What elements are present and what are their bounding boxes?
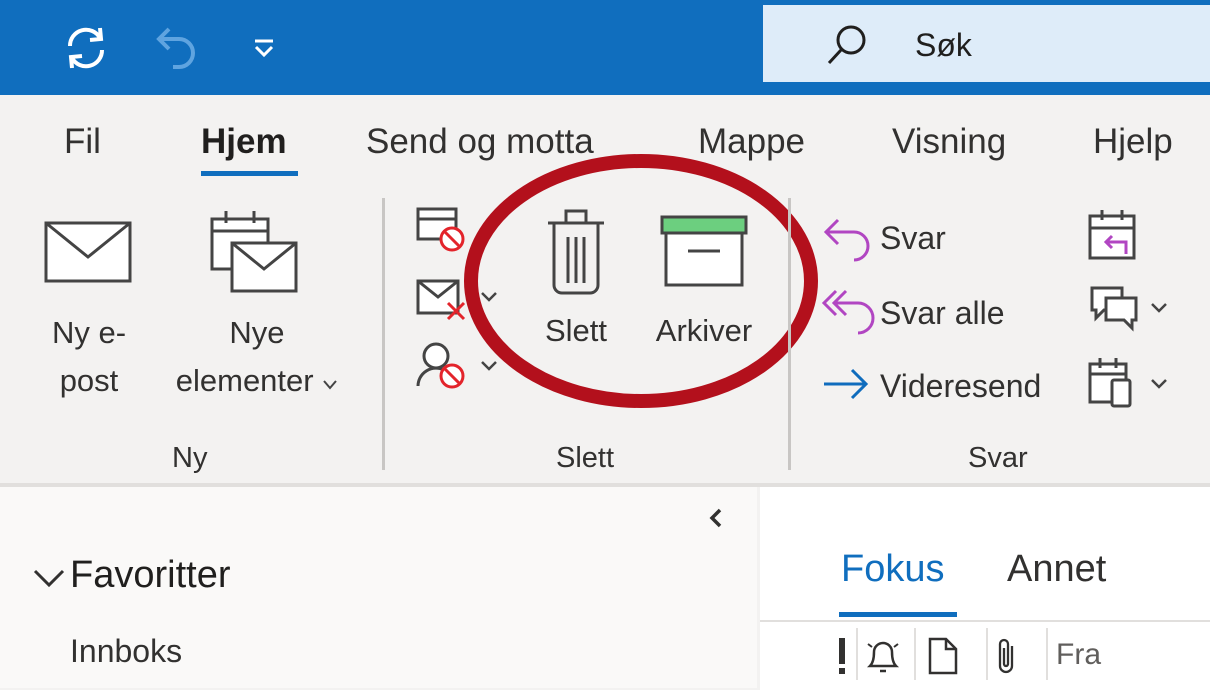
chevron-down-icon bbox=[33, 569, 65, 588]
folder-item-inbox[interactable]: Innboks bbox=[70, 633, 182, 670]
column-separator bbox=[1046, 628, 1048, 680]
search-icon bbox=[827, 25, 866, 65]
importance-column[interactable] bbox=[834, 636, 850, 676]
search-placeholder: Søk bbox=[915, 27, 972, 63]
new-email-label-line2: post bbox=[59, 363, 119, 398]
column-separator bbox=[986, 628, 988, 680]
annotation-circle bbox=[464, 154, 818, 408]
customize-qat-icon bbox=[254, 39, 274, 58]
new-items-button[interactable]: Nye elementer bbox=[152, 205, 362, 405]
column-header bbox=[760, 620, 1210, 690]
reply-all-label: Svar alle bbox=[880, 295, 1005, 331]
new-email-button[interactable]: Ny e- post bbox=[30, 205, 148, 405]
calendar-phone-icon bbox=[1088, 358, 1167, 408]
sync-button[interactable] bbox=[58, 20, 114, 76]
group-separator bbox=[788, 198, 791, 470]
chevron-down-icon bbox=[323, 380, 337, 390]
reply-all-icon bbox=[821, 289, 875, 335]
focused-tab-indicator bbox=[839, 612, 957, 617]
favorites-label: Favoritter bbox=[70, 554, 231, 596]
active-tab-indicator bbox=[201, 171, 298, 176]
undo-button[interactable] bbox=[148, 20, 204, 76]
paperclip-icon bbox=[998, 638, 1014, 674]
reply-icon bbox=[823, 218, 870, 262]
tab-visning[interactable]: Visning bbox=[892, 122, 1006, 162]
new-items-label-line1: Nye bbox=[229, 315, 285, 350]
chevron-left-icon bbox=[709, 508, 722, 528]
new-items-label-line2: elementer bbox=[175, 363, 314, 398]
more-respond-button[interactable] bbox=[1086, 356, 1176, 412]
im-reply-button[interactable] bbox=[1086, 282, 1176, 338]
chevron-down-icon bbox=[1151, 303, 1167, 313]
tab-focused[interactable]: Fokus bbox=[841, 548, 944, 591]
collapse-pane-button[interactable] bbox=[702, 504, 730, 532]
forward-button[interactable]: Videresend bbox=[820, 360, 1065, 414]
reply-all-button[interactable]: Svar alle bbox=[820, 285, 1040, 339]
reply-button[interactable]: Svar bbox=[820, 212, 980, 266]
attachment-column[interactable] bbox=[994, 636, 1022, 676]
forward-arrow-icon bbox=[824, 368, 869, 400]
column-from[interactable]: Fra bbox=[1056, 638, 1101, 672]
group-label-ny: Ny bbox=[172, 442, 208, 474]
reminder-column[interactable] bbox=[862, 634, 904, 676]
tab-fil[interactable]: Fil bbox=[64, 122, 101, 162]
tab-hjem[interactable]: Hjem bbox=[201, 122, 287, 162]
chevron-down-icon bbox=[1151, 379, 1167, 389]
group-separator bbox=[382, 198, 385, 470]
undo-icon bbox=[156, 27, 195, 69]
sync-icon bbox=[67, 27, 105, 69]
calendar-reply-icon bbox=[1088, 210, 1136, 260]
group-label-svar: Svar bbox=[968, 442, 1028, 474]
new-email-label-line1: Ny e- bbox=[51, 315, 127, 350]
favorites-header[interactable]: Favoritter bbox=[28, 552, 328, 602]
meeting-reply-button[interactable] bbox=[1086, 208, 1142, 264]
document-icon bbox=[928, 637, 958, 675]
group-label-slett: Slett bbox=[556, 442, 615, 474]
chat-bubbles-icon bbox=[1090, 286, 1167, 332]
search-box[interactable]: Søk bbox=[763, 5, 1210, 82]
forward-label: Videresend bbox=[880, 368, 1042, 404]
envelope-icon bbox=[44, 221, 132, 283]
calendar-envelope-icon bbox=[210, 211, 298, 293]
new-items-label-line2-row: elementer bbox=[152, 357, 362, 405]
importance-icon bbox=[839, 638, 845, 674]
tab-hjelp[interactable]: Hjelp bbox=[1093, 122, 1173, 162]
reply-label: Svar bbox=[880, 220, 946, 256]
customize-qat-button[interactable] bbox=[236, 20, 292, 76]
tab-other[interactable]: Annet bbox=[1007, 548, 1106, 591]
column-separator bbox=[856, 628, 858, 680]
column-separator bbox=[914, 628, 916, 680]
item-type-column[interactable] bbox=[926, 636, 960, 676]
bell-icon bbox=[866, 641, 900, 673]
title-bar: Søk bbox=[0, 0, 1210, 95]
